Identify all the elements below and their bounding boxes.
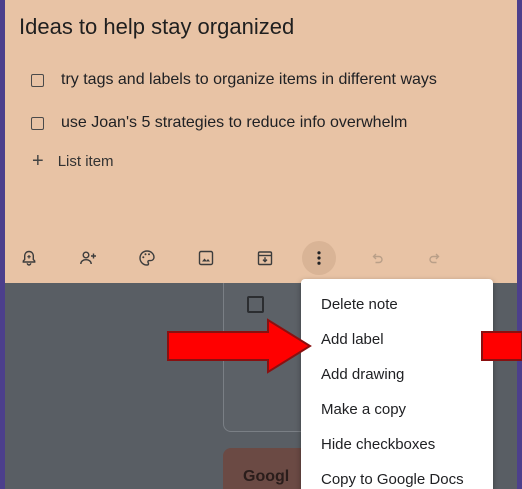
add-list-item-label: List item (57, 152, 114, 170)
background-note-title: Googl (243, 468, 290, 485)
note-toolbar (5, 238, 517, 278)
reminder-icon (22, 250, 36, 266)
menu-item-copy-to-google-docs[interactable]: Copy to Google Docs (321, 467, 464, 489)
list-item-text[interactable]: try tags and labels to organize items in… (61, 71, 437, 89)
menu-item-make-a-copy[interactable]: Make a copy (321, 397, 406, 421)
menu-item-add-drawing[interactable]: Add drawing (321, 362, 404, 386)
note-options-menu: Delete note Add label Add drawing Make a… (301, 279, 493, 489)
list-item-checkbox[interactable] (31, 116, 44, 130)
menu-item-delete-note[interactable]: Delete note (321, 292, 398, 316)
more-options-button[interactable] (302, 241, 336, 275)
menu-item-add-label[interactable]: Add label (321, 327, 384, 351)
red-arrow-left-annotation (481, 331, 522, 361)
background-note-checkbox[interactable] (247, 296, 264, 313)
more-icon (317, 251, 321, 265)
menu-item-hide-checkboxes[interactable]: Hide checkboxes (321, 432, 435, 456)
redo-icon (429, 253, 440, 264)
collaborator-icon (80, 251, 96, 265)
keep-app-viewport: Googl Ideas to help stay organized try t… (5, 0, 517, 489)
plus-icon: + (32, 150, 44, 172)
list-item: use Joan's 5 strategies to reduce info o… (31, 111, 407, 135)
archive-button[interactable] (248, 241, 282, 275)
background-options-button[interactable] (130, 241, 164, 275)
undo-button[interactable] (360, 241, 394, 275)
palette-icon (139, 250, 155, 266)
open-note: Ideas to help stay organized try tags an… (5, 0, 517, 283)
redo-button[interactable] (418, 241, 452, 275)
undo-icon (372, 253, 383, 264)
red-arrow-right-annotation (167, 318, 312, 374)
note-title[interactable]: Ideas to help stay organized (19, 14, 294, 40)
collaborator-button[interactable] (71, 241, 105, 275)
archive-icon (257, 251, 273, 266)
list-item-checkbox[interactable] (31, 73, 44, 87)
remind-me-button[interactable] (12, 241, 46, 275)
image-icon (198, 250, 214, 266)
list-item: try tags and labels to organize items in… (31, 68, 437, 92)
list-item-text[interactable]: use Joan's 5 strategies to reduce info o… (61, 114, 407, 132)
add-image-button[interactable] (189, 241, 223, 275)
add-list-item[interactable]: + List item (32, 151, 114, 171)
